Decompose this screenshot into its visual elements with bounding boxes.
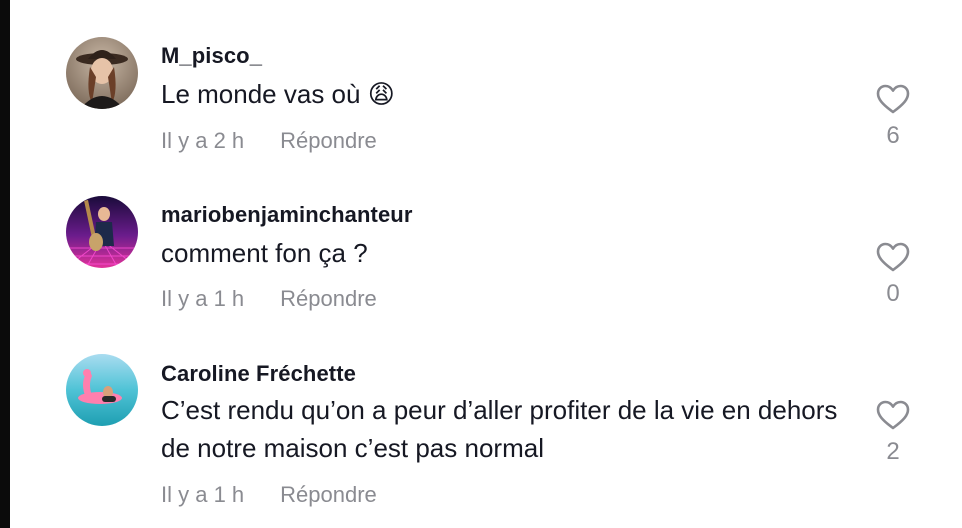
comment-username[interactable]: M_pisco_ bbox=[161, 43, 262, 69]
comment-username[interactable]: Caroline Fréchette bbox=[161, 361, 356, 387]
window-left-edge bbox=[0, 0, 10, 528]
comment-timestamp: Il y a 1 h bbox=[161, 286, 245, 311]
comment-timestamp: Il y a 2 h bbox=[161, 128, 245, 153]
comment-meta: Il y a 2 h Répondre bbox=[161, 128, 377, 154]
comment-text: comment fon ça ? bbox=[161, 238, 368, 268]
avatar[interactable] bbox=[66, 354, 138, 426]
comment-meta: Il y a 1 h Répondre bbox=[161, 482, 377, 508]
comment-username[interactable]: mariobenjaminchanteur bbox=[161, 202, 413, 228]
avatar-image bbox=[66, 196, 138, 268]
avatar[interactable] bbox=[66, 196, 138, 268]
like-count: 6 bbox=[886, 122, 900, 149]
heart-outline-icon bbox=[876, 242, 910, 272]
comment-meta: Il y a 1 h Répondre bbox=[161, 286, 377, 312]
comment-timestamp: Il y a 1 h bbox=[161, 482, 245, 507]
avatar-image bbox=[66, 354, 138, 426]
reply-button[interactable]: Répondre bbox=[280, 482, 377, 507]
avatar[interactable] bbox=[66, 37, 138, 109]
heart-outline-icon bbox=[876, 84, 910, 114]
heart-outline-icon bbox=[876, 400, 910, 430]
like-button[interactable]: 0 bbox=[873, 242, 913, 308]
comment-text: C’est rendu qu’on a peur d’aller profite… bbox=[161, 395, 838, 463]
reply-button[interactable]: Répondre bbox=[280, 128, 377, 153]
comment-text: Le monde vas où 😩 bbox=[161, 79, 395, 109]
like-count: 0 bbox=[886, 280, 900, 307]
avatar-image bbox=[66, 37, 138, 109]
like-count: 2 bbox=[886, 438, 900, 465]
like-button[interactable]: 2 bbox=[873, 400, 913, 466]
reply-button[interactable]: Répondre bbox=[280, 286, 377, 311]
like-button[interactable]: 6 bbox=[873, 84, 913, 150]
